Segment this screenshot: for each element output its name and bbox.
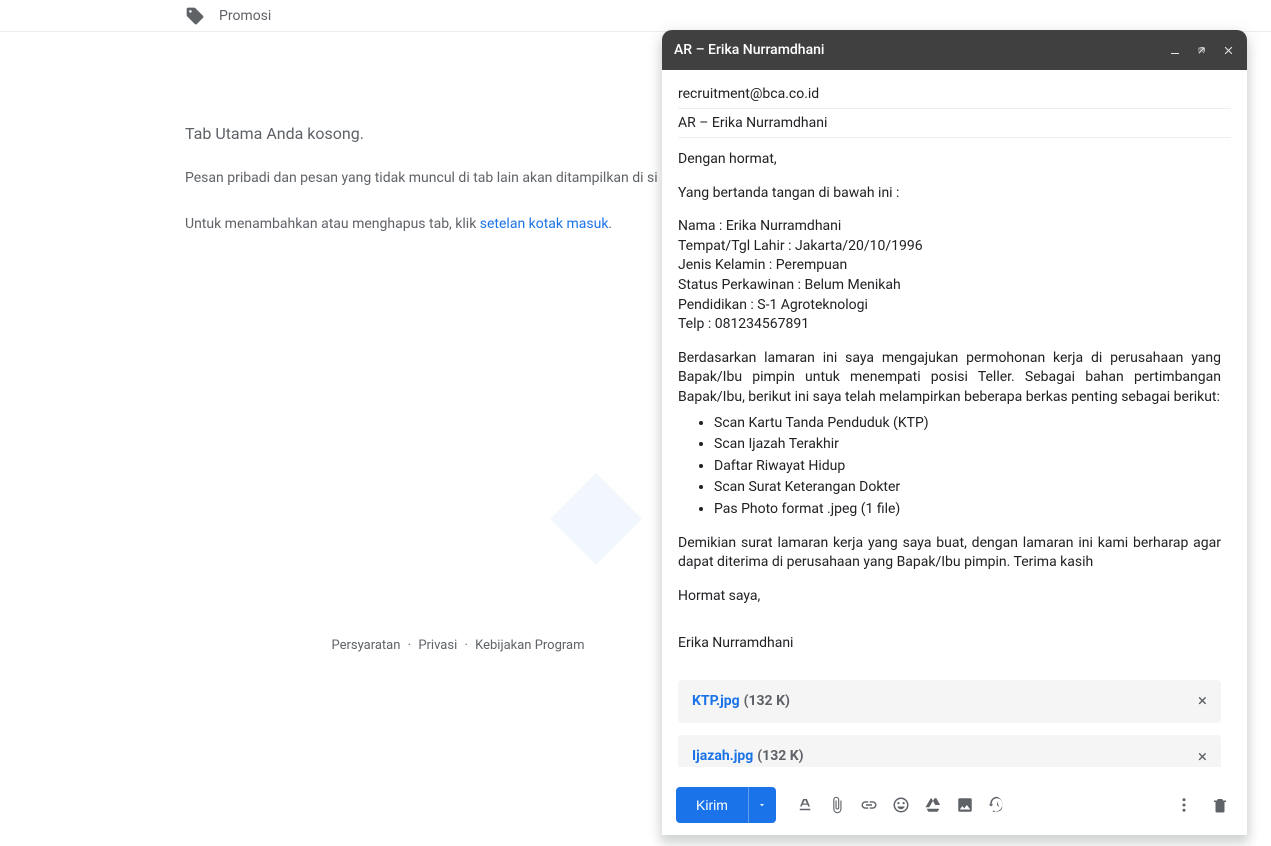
- send-options-dropdown[interactable]: [748, 787, 776, 823]
- bullet-item: Scan Ijazah Terakhir: [714, 435, 1221, 455]
- discard-draft-icon[interactable]: [1211, 796, 1229, 814]
- attachment-list-bullets: Scan Kartu Tanda Penduduk (KTP)Scan Ijaz…: [714, 414, 1221, 520]
- footer-terms[interactable]: Persyaratan: [331, 638, 400, 653]
- bullet-item: Pas Photo format .jpeg (1 file): [714, 500, 1221, 520]
- footer-policy[interactable]: Kebijakan Program: [475, 638, 584, 653]
- empty-line1: Pesan pribadi dan pesan yang tidak muncu…: [185, 167, 665, 191]
- insert-emoji-icon[interactable]: [892, 796, 910, 814]
- empty-inbox-message: Tab Utama Anda kosong. Pesan pribadi dan…: [185, 120, 665, 259]
- drive-icon[interactable]: [924, 796, 942, 814]
- attachment-chip[interactable]: KTP.jpg (132 K) ×: [678, 680, 1221, 724]
- recipient-field[interactable]: recruitment@bca.co.id: [678, 80, 1231, 109]
- confidential-mode-icon[interactable]: [988, 796, 1006, 814]
- empty-title: Tab Utama Anda kosong.: [185, 120, 665, 147]
- attachment-size: (132 K): [757, 747, 803, 767]
- inbox-settings-link[interactable]: setelan kotak masuk: [480, 216, 609, 232]
- remove-attachment-icon[interactable]: ×: [1198, 693, 1207, 710]
- tag-icon: [185, 6, 205, 26]
- insert-image-icon[interactable]: [956, 796, 974, 814]
- compose-body-editor[interactable]: Dengan hormat, Yang bertanda tangan di b…: [678, 150, 1237, 767]
- compose-header: AR – Erika Nurramdhani: [662, 30, 1247, 70]
- close-icon[interactable]: [1222, 44, 1235, 57]
- compose-title: AR – Erika Nurramdhani: [674, 42, 1169, 58]
- category-tab-promotions[interactable]: Promosi: [0, 0, 1271, 32]
- remove-attachment-icon[interactable]: ×: [1198, 749, 1207, 766]
- tab-promotions-label: Promosi: [219, 8, 271, 24]
- bullet-item: Daftar Riwayat Hidup: [714, 457, 1221, 477]
- attachment-size: (132 K): [744, 692, 790, 712]
- footer-privacy[interactable]: Privasi: [418, 638, 457, 653]
- subject-field[interactable]: AR – Erika Nurramdhani: [678, 109, 1231, 138]
- attachment-name: Ijazah.jpg: [692, 747, 753, 767]
- formatting-icon[interactable]: [796, 796, 814, 814]
- minimize-icon[interactable]: [1169, 44, 1181, 56]
- more-options-icon[interactable]: [1175, 796, 1193, 814]
- attach-file-icon[interactable]: [828, 796, 846, 814]
- compose-toolbar: Kirim: [662, 775, 1247, 835]
- insert-link-icon[interactable]: [860, 796, 878, 814]
- popout-icon[interactable]: [1195, 44, 1208, 57]
- attachment-chip[interactable]: Ijazah.jpg (132 K) ×: [678, 735, 1221, 767]
- attachment-name: KTP.jpg: [692, 692, 740, 712]
- bullet-item: Scan Surat Keterangan Dokter: [714, 478, 1221, 498]
- send-button[interactable]: Kirim: [676, 787, 748, 823]
- empty-line2: Untuk menambahkan atau menghapus tab, kl…: [185, 213, 665, 237]
- bullet-item: Scan Kartu Tanda Penduduk (KTP): [714, 414, 1221, 434]
- compose-window: AR – Erika Nurramdhani recruitment@bca.c…: [662, 30, 1247, 835]
